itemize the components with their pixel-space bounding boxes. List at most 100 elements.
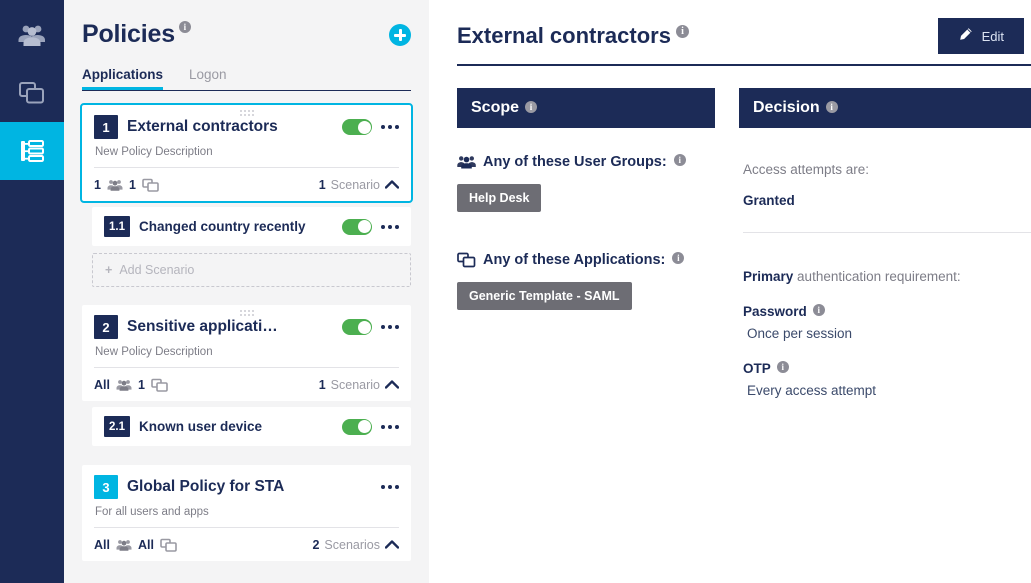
scope-header: Scope i <box>457 88 715 128</box>
scenario-row[interactable]: 2.1 Known user device <box>92 407 411 446</box>
users-count-icon <box>116 379 132 391</box>
policies-header: Policies i <box>82 0 411 53</box>
auth-method-name-row: OTP i <box>743 361 1031 376</box>
user-group-chip[interactable]: Help Desk <box>457 184 541 212</box>
scenario-summary[interactable]: 1 Scenario <box>319 378 399 392</box>
policy-description: New Policy Description <box>95 146 399 158</box>
drag-handle-icon[interactable] <box>239 309 255 318</box>
tab-applications[interactable]: Applications <box>82 67 163 90</box>
app-root: Policies i Applications Logon 1 External… <box>0 0 1031 583</box>
sidebar-item-policies[interactable] <box>0 122 64 180</box>
scenario-row[interactable]: 1.1 Changed country recently <box>92 207 411 246</box>
info-icon[interactable]: i <box>674 154 686 166</box>
add-scenario-button[interactable]: + Add Scenario <box>92 253 411 287</box>
decision-header-label: Decision <box>753 99 820 117</box>
application-chip[interactable]: Generic Template - SAML <box>457 282 632 310</box>
user-group-count: All <box>94 538 110 552</box>
plus-icon: + <box>105 263 112 277</box>
sidebar-item-users[interactable] <box>0 6 64 64</box>
auth-method-value: Once per session <box>743 326 1031 341</box>
chevron-up-icon[interactable] <box>385 178 399 192</box>
info-icon[interactable]: i <box>676 25 689 38</box>
policy-name: External contractors <box>127 118 333 136</box>
application-count: 1 <box>129 178 136 192</box>
applications-icon <box>457 252 483 268</box>
apps-count-icon <box>151 378 168 392</box>
sidebar-item-applications[interactable] <box>0 64 64 122</box>
scenario-menu-button[interactable] <box>381 225 399 229</box>
decision-column: Decision i Access attempts are: Granted … <box>739 88 1031 398</box>
policy-card[interactable]: 1 External contractors New Policy Descri… <box>82 105 411 201</box>
add-policy-button[interactable] <box>389 24 411 46</box>
policy-menu-button[interactable] <box>381 125 399 129</box>
policy-name: Global Policy for STA <box>127 478 372 496</box>
auth-requirement-rest: authentication requirement: <box>793 269 960 284</box>
drag-handle-icon[interactable] <box>239 109 255 118</box>
users-count-icon <box>107 179 123 191</box>
policies-panel: Policies i Applications Logon 1 External… <box>64 0 429 583</box>
info-icon[interactable]: i <box>525 101 537 113</box>
info-icon[interactable]: i <box>813 304 825 316</box>
detail-header: External contractors i Edit <box>457 0 1031 54</box>
policy-description: New Policy Description <box>95 346 399 358</box>
policy-menu-button[interactable] <box>381 485 399 489</box>
policy-card[interactable]: 3 Global Policy for STA For all users an… <box>82 465 411 561</box>
decision-header: Decision i <box>739 88 1031 128</box>
page-title-wrap: Policies i <box>82 20 191 49</box>
policy-card-header: 3 Global Policy for STA <box>94 475 399 499</box>
info-icon[interactable]: i <box>672 252 684 264</box>
policy-menu-button[interactable] <box>381 325 399 329</box>
policy-card-footer: All All <box>94 528 399 561</box>
add-scenario-label: Add Scenario <box>119 263 194 277</box>
scenario-number-badge: 1.1 <box>104 216 130 237</box>
policy-description: For all users and apps <box>95 506 399 518</box>
tab-logon[interactable]: Logon <box>189 67 227 90</box>
policy-card[interactable]: 2 Sensitive applicati… New Policy Descri… <box>82 305 411 401</box>
policy-card-list: 1 External contractors New Policy Descri… <box>82 105 411 561</box>
scenario-menu-button[interactable] <box>381 425 399 429</box>
policy-number-badge: 1 <box>94 115 118 139</box>
scenario-count: 1 <box>319 178 326 192</box>
policy-enable-toggle[interactable] <box>342 319 372 335</box>
detail-columns: Scope i Any of these User Groups: <box>457 66 1031 398</box>
apps-count-icon <box>142 178 159 192</box>
divider <box>743 232 1031 233</box>
user-group-count: 1 <box>94 178 101 192</box>
chevron-up-icon[interactable] <box>385 378 399 392</box>
info-icon[interactable]: i <box>179 21 191 33</box>
user-groups-label-row: Any of these User Groups: i <box>457 154 715 170</box>
info-icon[interactable]: i <box>826 101 838 113</box>
edit-button[interactable]: Edit <box>938 18 1024 54</box>
scenario-count: 1 <box>319 378 326 392</box>
scenario-summary[interactable]: 2 Scenarios <box>312 538 399 552</box>
scenario-label: Scenario <box>331 178 380 192</box>
chevron-up-icon[interactable] <box>385 538 399 552</box>
policy-card-footer: All 1 <box>94 368 399 401</box>
detail-title: External contractors <box>457 23 671 49</box>
policy-card-header: 2 Sensitive applicati… <box>94 315 399 339</box>
scenario-enable-toggle[interactable] <box>342 219 372 235</box>
access-attempts-value: Granted <box>743 193 1031 208</box>
policy-card-header: 1 External contractors <box>94 115 399 139</box>
auth-requirement-label: Primary authentication requirement: <box>743 269 1031 284</box>
info-icon[interactable]: i <box>777 361 789 373</box>
policy-counts: All All <box>94 538 177 552</box>
policy-number-badge: 2 <box>94 315 118 339</box>
users-icon <box>17 23 47 47</box>
policies-icon <box>18 137 46 165</box>
detail-title-wrap: External contractors i <box>457 23 689 49</box>
auth-method-name-row: Password i <box>743 304 1031 319</box>
scenario-label: Scenarios <box>324 538 380 552</box>
applications-icon <box>18 80 46 106</box>
pencil-icon <box>958 27 973 45</box>
policy-enable-toggle[interactable] <box>342 119 372 135</box>
spacer <box>82 453 411 465</box>
scenario-summary[interactable]: 1 Scenario <box>319 178 399 192</box>
scenario-enable-toggle[interactable] <box>342 419 372 435</box>
left-nav-rail <box>0 0 64 583</box>
users-count-icon <box>116 539 132 551</box>
scenario-name: Known user device <box>139 419 333 434</box>
application-count: All <box>138 538 154 552</box>
auth-method-value: Every access attempt <box>743 383 1031 398</box>
policy-name: Sensitive applicati… <box>127 318 333 336</box>
